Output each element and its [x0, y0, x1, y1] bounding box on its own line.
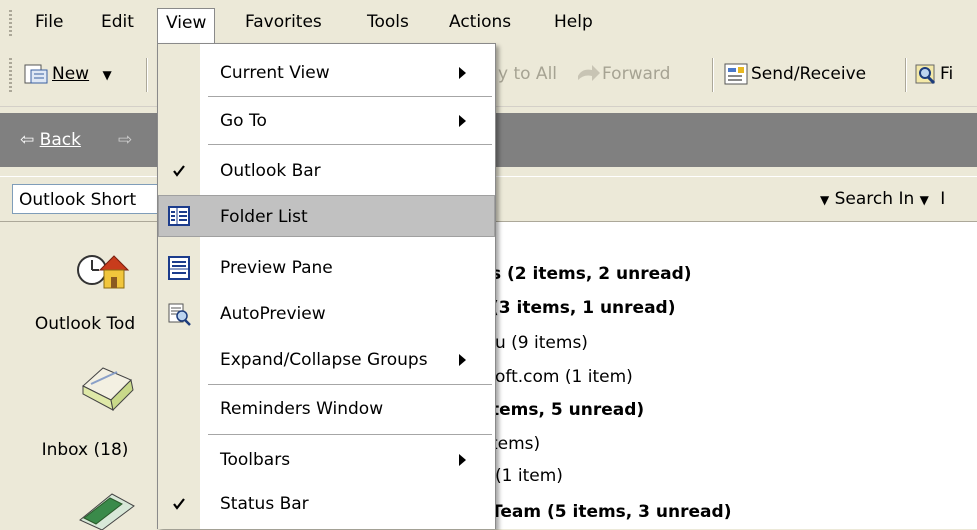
menu-item-label: Folder List — [220, 207, 308, 227]
menu-separator — [208, 144, 492, 145]
view-menu-dropdown: Current View Go To Outlook Bar Folder Li… — [157, 43, 496, 529]
menu-item-label: Go To — [220, 111, 267, 131]
find-icon — [915, 64, 936, 85]
toolbar-separator — [146, 58, 147, 92]
menu-item-label: Current View — [220, 63, 330, 83]
menu-item-label: Preview Pane — [220, 258, 333, 278]
list-item[interactable]: tems) — [491, 429, 540, 459]
menu-bar: File Edit View Favorites Tools Actions H… — [0, 0, 977, 45]
toolbar-separator — [712, 58, 713, 92]
send-receive-button[interactable]: Send/Receive — [723, 58, 866, 90]
menu-item-label: Outlook Bar — [220, 161, 321, 181]
list-item[interactable]: (1 item) — [495, 461, 563, 491]
new-item-icon — [24, 64, 48, 84]
outlook-bar: Outlook Tod Inbox (18) — [12, 222, 159, 530]
find-button[interactable]: Fi — [912, 58, 953, 90]
menu-item-folder-list[interactable]: Folder List — [158, 195, 495, 237]
search-in-arrow-icon: ▼ — [820, 193, 830, 207]
menu-help[interactable]: Help — [547, 8, 600, 36]
menu-item-label: Status Bar — [220, 494, 309, 514]
list-item[interactable]: tems, 5 unread) — [491, 395, 644, 425]
new-label: New — [52, 64, 90, 84]
find-label: Fi — [940, 64, 954, 84]
send-receive-label: Send/Receive — [751, 64, 867, 84]
menu-item-autopreview[interactable]: AutoPreview — [158, 293, 495, 335]
inbox-icon — [82, 367, 134, 412]
folder-list-icon — [168, 206, 190, 226]
forward-label: Forward — [602, 64, 671, 84]
submenu-arrow-icon — [459, 454, 466, 466]
forward-arrow-icon: ⇨ — [118, 130, 133, 150]
menu-separator — [208, 434, 492, 435]
menu-edit[interactable]: Edit — [94, 8, 141, 36]
menu-item-expand-collapse-groups[interactable]: Expand/Collapse Groups — [158, 339, 495, 381]
list-item[interactable]: oft.com (1 item) — [495, 362, 633, 392]
toolbar-separator — [905, 58, 906, 92]
menu-file[interactable]: File — [28, 8, 70, 36]
menu-item-outlook-bar[interactable]: Outlook Bar — [158, 150, 495, 192]
forward-icon — [578, 65, 600, 81]
send-receive-icon — [724, 63, 748, 85]
menu-view[interactable]: View — [157, 8, 216, 45]
autopreview-icon — [168, 303, 191, 326]
calendar-icon — [79, 493, 135, 530]
menu-item-preview-pane[interactable]: Preview Pane — [158, 247, 495, 289]
search-in-label: Search In — [834, 189, 915, 209]
outlook-today-icon — [77, 255, 130, 289]
search-in-dropdown[interactable]: ▼ Search In ▼ I — [820, 184, 945, 214]
back-button[interactable]: ⇦ Back — [20, 126, 81, 154]
menu-actions[interactable]: Actions — [442, 8, 518, 36]
submenu-arrow-icon — [459, 67, 466, 79]
toolbar-grip[interactable] — [9, 58, 12, 92]
menu-item-label: Reminders Window — [220, 399, 384, 419]
forward-button[interactable]: Forward — [576, 58, 670, 90]
new-dropdown-arrow-icon[interactable]: ▼ — [103, 68, 112, 82]
outlook-today-label: Outlook Tod — [34, 314, 136, 334]
inbox-label: Inbox (18) — [41, 440, 129, 460]
menu-item-toolbars[interactable]: Toolbars — [158, 439, 495, 481]
back-arrow-icon: ⇦ — [20, 130, 35, 150]
preview-pane-icon — [168, 256, 190, 280]
checkmark-icon — [173, 498, 185, 510]
checkmark-icon — [173, 165, 185, 177]
menu-item-label: Toolbars — [220, 450, 291, 470]
submenu-arrow-icon — [459, 354, 466, 366]
list-item[interactable]: (3 items, 1 unread) — [491, 293, 676, 323]
menu-separator — [208, 96, 492, 97]
back-label: Back — [39, 130, 81, 150]
search-in-extra: I — [940, 189, 946, 209]
menu-item-label: Expand/Collapse Groups — [220, 350, 428, 370]
forward-nav-button[interactable]: ⇨ — [118, 126, 132, 154]
search-in-caret-icon: ▼ — [919, 193, 929, 207]
reply-all-button[interactable]: y to All — [498, 58, 557, 90]
list-item[interactable]: Team (5 items, 3 unread) — [491, 497, 731, 527]
menu-item-status-bar[interactable]: Status Bar — [158, 483, 495, 525]
menu-item-label: AutoPreview — [220, 304, 326, 324]
menubar-grip[interactable] — [9, 10, 12, 36]
list-item[interactable]: u (9 items) — [495, 328, 588, 358]
menu-item-go-to[interactable]: Go To — [158, 100, 495, 142]
list-item[interactable]: s (2 items, 2 unread) — [491, 259, 692, 289]
menu-item-current-view[interactable]: Current View — [158, 52, 495, 94]
menu-separator — [208, 384, 492, 385]
submenu-arrow-icon — [459, 115, 466, 127]
new-button[interactable]: New ▼ — [22, 58, 112, 90]
menu-tools[interactable]: Tools — [360, 8, 416, 36]
menu-item-reminders-window[interactable]: Reminders Window — [158, 388, 495, 430]
menu-favorites[interactable]: Favorites — [238, 8, 329, 36]
